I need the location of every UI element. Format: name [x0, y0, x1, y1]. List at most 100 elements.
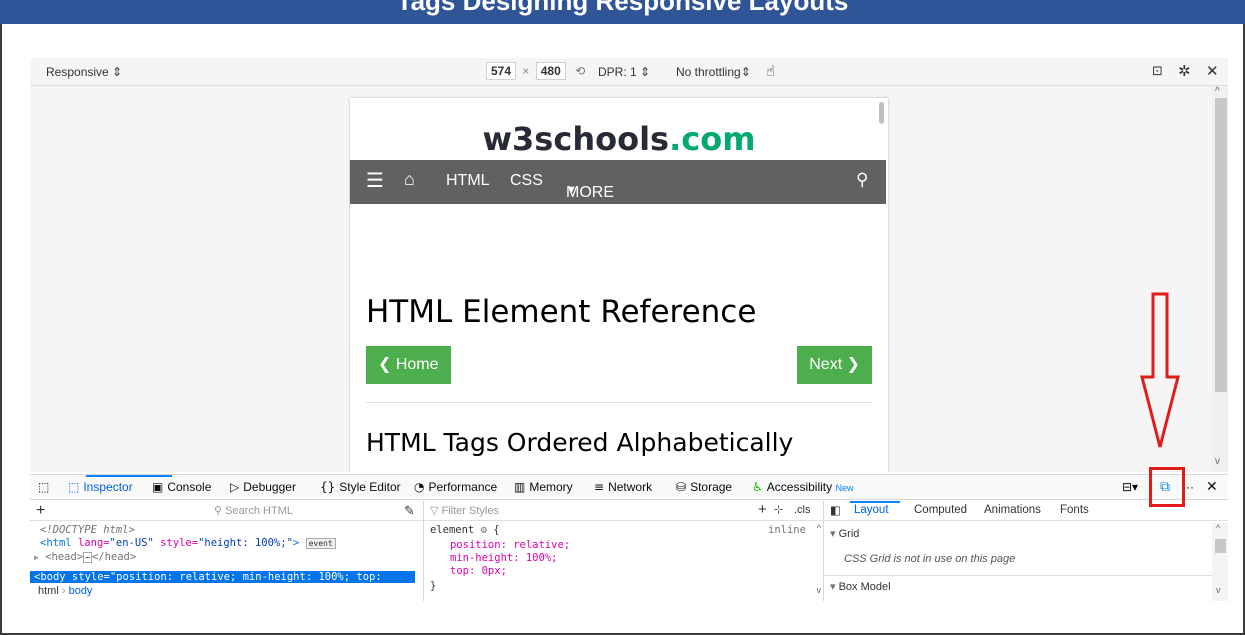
tab-performance[interactable]: ◔ Performance: [414, 480, 497, 494]
sort-icon: ⇕: [740, 65, 751, 79]
filter-placeholder: Filter Styles: [441, 505, 499, 517]
next-button[interactable]: Next ❯: [797, 346, 872, 384]
add-node-icon[interactable]: +: [36, 502, 45, 520]
screenshot-icon[interactable]: ⊡: [1152, 63, 1163, 79]
tab-label: Storage: [690, 480, 733, 494]
grid-section-header[interactable]: ▾ Grid: [824, 527, 1216, 540]
dock-options-icon[interactable]: ⊟▾: [1122, 480, 1138, 494]
pseudo-class-icon[interactable]: ⊹: [774, 503, 783, 516]
html-node[interactable]: <html lang="en-US" style="height: 100%;"…: [40, 537, 336, 549]
throttling-select[interactable]: No throttling⇕: [676, 65, 751, 79]
layout-pane: ◧ Layout Computed Animations Fonts ▾ Gri…: [824, 501, 1228, 601]
tab-console[interactable]: ▣ Console: [152, 480, 211, 494]
divider: [366, 402, 872, 403]
tab-accessibility[interactable]: ♿ Accessibility New: [752, 480, 853, 494]
tab-memory[interactable]: ▥ Memory: [514, 480, 573, 494]
search-html-input[interactable]: ⚲ Search HTML: [214, 504, 400, 517]
tab-storage[interactable]: ⛁ Storage: [676, 480, 732, 494]
inspector-icon: ⬚: [68, 480, 80, 494]
tab-inspector[interactable]: ⬚ Inspector: [68, 480, 133, 494]
head-node[interactable]: ▶ <head> ⋯ </head>: [34, 551, 136, 563]
tab-animations[interactable]: Animations: [984, 504, 1041, 516]
scroll-up-icon[interactable]: ^: [1215, 86, 1220, 97]
tab-label: Inspector: [83, 480, 133, 494]
rotate-icon[interactable]: ⟲: [575, 64, 585, 78]
tab-label: Debugger: [243, 480, 296, 494]
touch-simulation-icon[interactable]: ☝: [766, 62, 775, 80]
head-close-tag: </head>: [91, 551, 137, 563]
tab-computed[interactable]: Computed: [914, 504, 967, 516]
site-navbar: ☰ ⌂ HTML CSS MORE ▼ ⚲: [350, 160, 886, 204]
tab-layout[interactable]: Layout: [854, 504, 889, 516]
filter-icon: ▽: [430, 505, 442, 517]
cls-toggle[interactable]: .cls: [794, 504, 811, 516]
memory-icon: ▥: [514, 480, 526, 494]
scrollbar-thumb[interactable]: [1215, 98, 1227, 392]
tab-fonts[interactable]: Fonts: [1060, 504, 1089, 516]
layout-scrollbar[interactable]: ^ v: [1212, 523, 1228, 601]
filter-styles-input[interactable]: ▽ Filter Styles: [430, 504, 720, 517]
menu-icon[interactable]: ☰: [366, 168, 384, 193]
scroll-up-icon[interactable]: ^: [1216, 523, 1220, 533]
scroll-down-icon[interactable]: v: [1216, 585, 1221, 595]
breadcrumb-html[interactable]: html: [38, 585, 59, 597]
brace-open: {: [493, 524, 500, 536]
declaration-min-height[interactable]: min-height: 100%;: [450, 552, 557, 564]
nav-html[interactable]: HTML: [446, 172, 490, 190]
scroll-down-icon[interactable]: v: [1215, 456, 1220, 467]
height-input[interactable]: 480: [535, 62, 566, 80]
selector-text: element: [430, 524, 475, 536]
close-icon[interactable]: ✕: [1206, 62, 1219, 80]
search-icon[interactable]: ⚲: [856, 170, 868, 190]
devtools-tabbar: ⬚ ⬚ Inspector ▣ Console ▷ Debugger {} Style …: [30, 474, 1228, 500]
tab-style-editor[interactable]: {} Style Editor: [320, 480, 401, 494]
tab-network[interactable]: ≡ Network: [594, 480, 652, 494]
declaration-position[interactable]: position: relative;: [450, 539, 570, 551]
selected-body-node[interactable]: <body style="position: relative; min-hei…: [30, 571, 415, 583]
element-picker-icon[interactable]: ⬚: [38, 480, 53, 494]
dpr-select[interactable]: DPR: 1 ⇕: [598, 65, 650, 79]
scrollbar-thumb[interactable]: [1215, 539, 1226, 553]
logo-main: w3schools: [482, 120, 670, 158]
w3schools-logo[interactable]: w3schools.com: [350, 120, 888, 158]
declaration-top[interactable]: top: 0px;: [450, 565, 507, 577]
scroll-up-icon[interactable]: ^: [817, 523, 821, 533]
close-devtools-icon[interactable]: ✕: [1206, 478, 1218, 495]
grid-header-label: Grid: [838, 528, 860, 540]
home-button[interactable]: ❮ Home: [366, 346, 451, 384]
eyedropper-icon[interactable]: ✎: [404, 503, 415, 519]
braces-icon: {}: [320, 480, 336, 494]
tag-close: >: [292, 537, 300, 549]
nav-css[interactable]: CSS: [510, 172, 543, 190]
dimension-controls: 574 × 480 ⟲: [486, 62, 585, 80]
device-frame: w3schools.com ☰ ⌂ HTML CSS MORE ▼ ⚲ HTML…: [350, 98, 888, 472]
dimension-times: ×: [522, 64, 530, 78]
gear-icon[interactable]: ⚙: [481, 524, 487, 536]
rules-toolbar: ▽ Filter Styles + ⊹ .cls: [424, 501, 823, 521]
add-rule-icon[interactable]: +: [758, 501, 767, 518]
tab-debugger[interactable]: ▷ Debugger: [230, 480, 296, 494]
tab-label: Performance: [428, 480, 498, 494]
debugger-icon: ▷: [230, 480, 240, 494]
viewport-scrollbar[interactable]: ^ v: [1212, 86, 1228, 472]
doctype-node[interactable]: <!DOCTYPE html>: [40, 524, 135, 536]
scroll-down-icon[interactable]: v: [817, 585, 822, 595]
sidebar-toggle-icon[interactable]: ◧: [830, 503, 841, 517]
collapsed-ellipsis-icon[interactable]: ⋯: [83, 552, 92, 563]
width-input[interactable]: 574: [486, 62, 517, 80]
tab-label: Accessibility: [766, 480, 833, 494]
device-label: Responsive: [46, 65, 109, 79]
sort-icon: ⇕: [640, 65, 651, 79]
markup-pane: + ⚲ Search HTML ✎ <!DOCTYPE html> <html …: [30, 501, 424, 601]
layout-tab-indicator: [850, 501, 900, 503]
box-model-header[interactable]: ▾ Box Model: [824, 575, 1216, 593]
home-icon[interactable]: ⌂: [404, 169, 415, 190]
search-icon: ⚲: [214, 505, 226, 517]
event-badge[interactable]: event: [305, 538, 336, 549]
grid-message: CSS Grid is not in use on this page: [844, 553, 1016, 565]
expand-arrow-icon[interactable]: ▶: [34, 553, 39, 562]
performance-icon: ◔: [414, 480, 425, 494]
settings-icon[interactable]: ✲: [1178, 62, 1191, 80]
device-select[interactable]: Responsive ⇕: [46, 65, 122, 79]
breadcrumb-body[interactable]: body: [69, 585, 93, 597]
